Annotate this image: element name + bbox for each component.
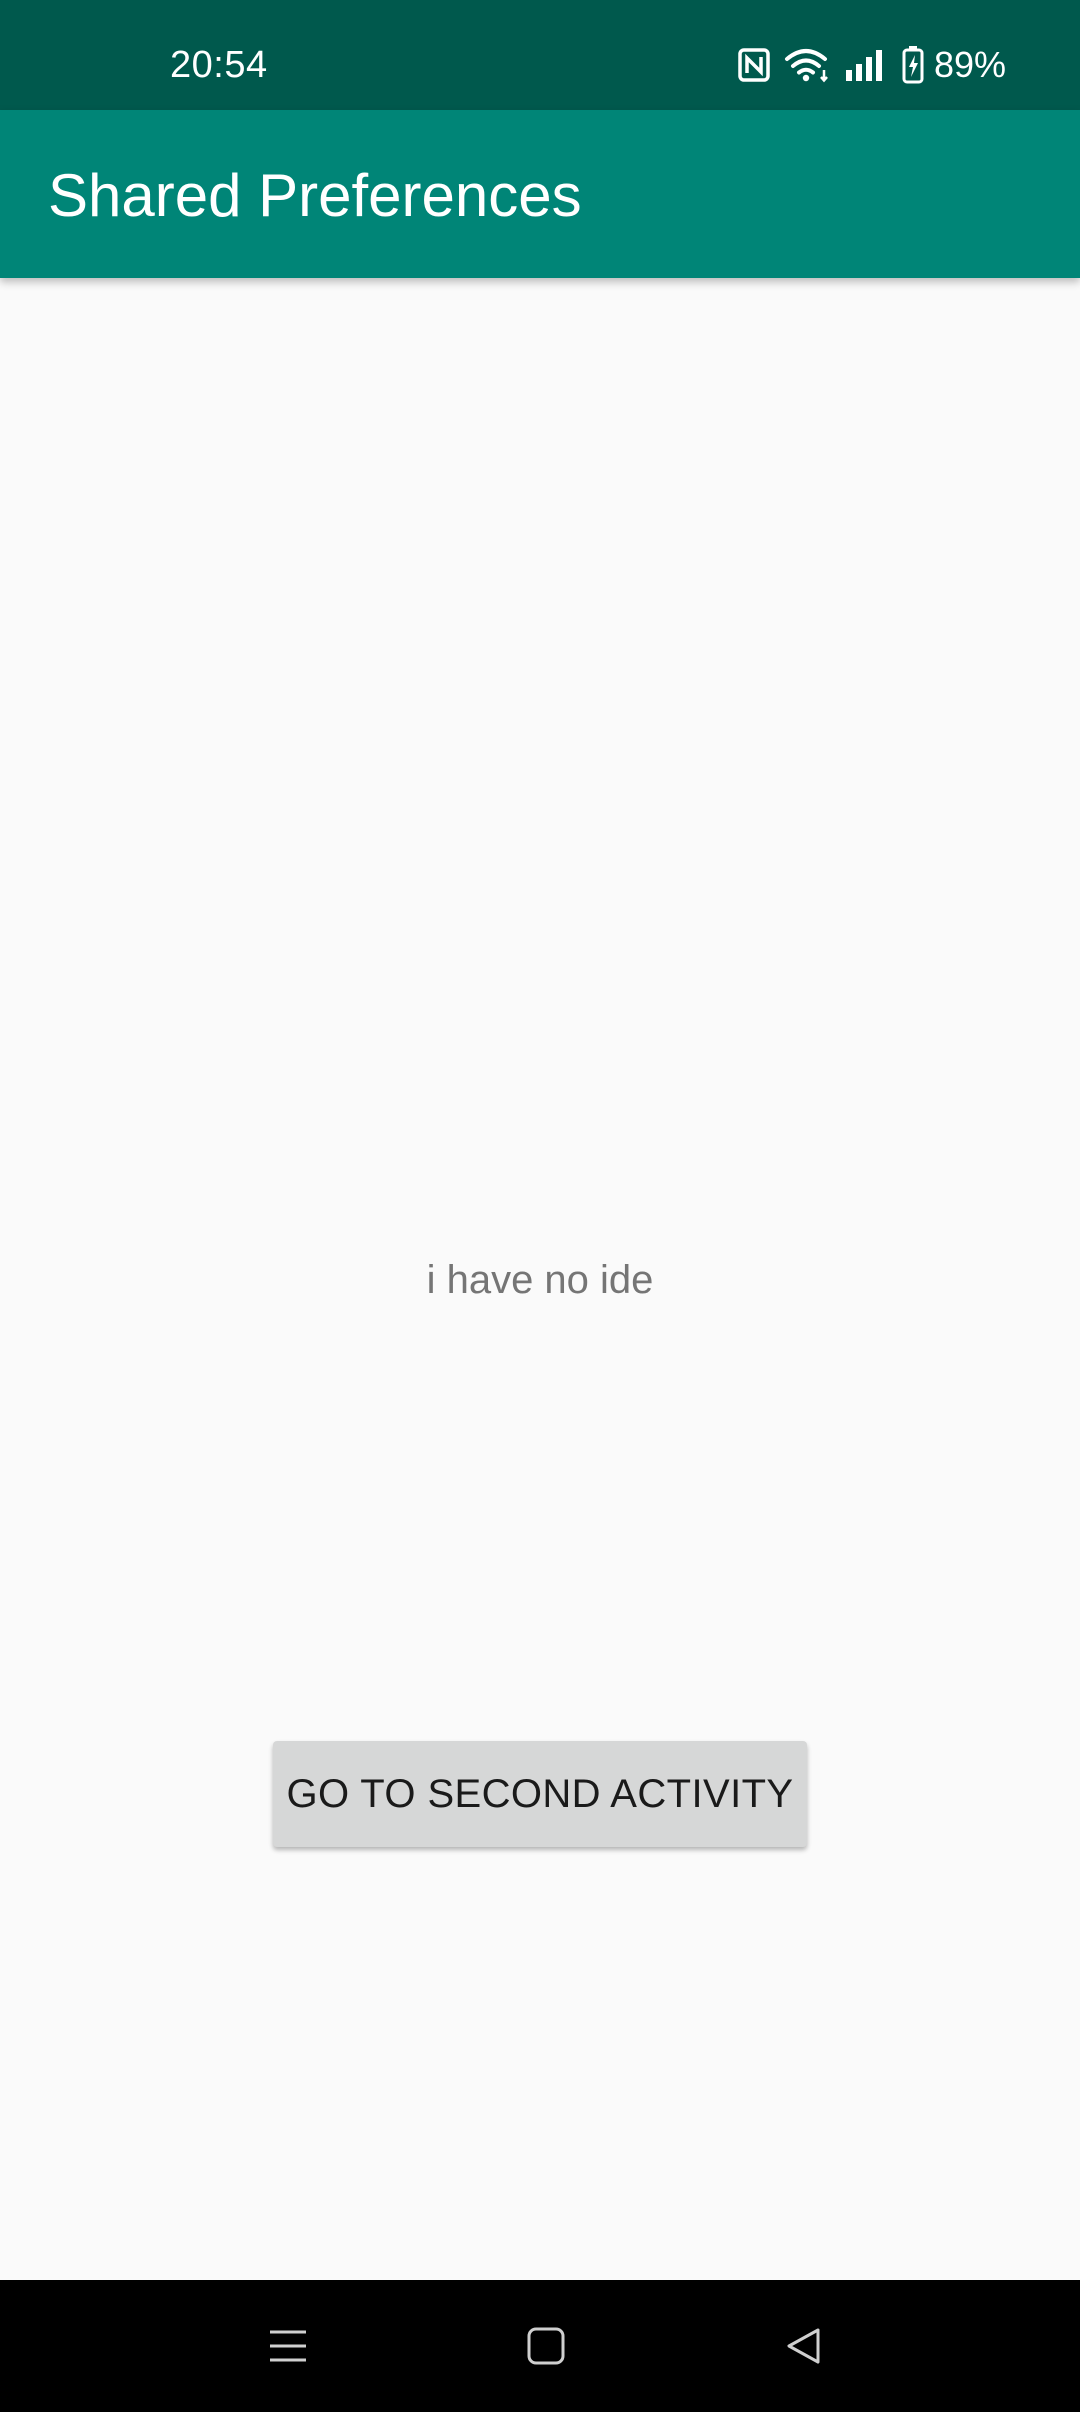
app-title: Shared Preferences xyxy=(48,162,582,229)
screen: 20:54 89% Shared Preferences i have no i… xyxy=(0,0,1080,2412)
wifi-icon xyxy=(784,47,830,83)
menu-icon[interactable] xyxy=(252,2310,324,2382)
main-content: i have no ide GO TO SECOND ACTIVITY xyxy=(0,278,1080,2280)
home-icon[interactable] xyxy=(510,2310,582,2382)
back-icon[interactable] xyxy=(768,2310,840,2382)
nfc-icon xyxy=(738,48,770,82)
status-bar: 20:54 89% xyxy=(0,0,1080,110)
battery-charging-icon xyxy=(902,46,924,84)
battery-percent: 89% xyxy=(933,44,1006,85)
navigation-bar xyxy=(0,2280,1080,2412)
status-icons: 89% xyxy=(738,44,1006,86)
go-to-second-activity-button[interactable]: GO TO SECOND ACTIVITY xyxy=(273,1741,807,1847)
signal-icon xyxy=(844,48,888,82)
status-time: 20:54 xyxy=(170,44,268,86)
preference-text: i have no ide xyxy=(426,1258,654,1302)
app-bar: Shared Preferences xyxy=(0,110,1080,278)
